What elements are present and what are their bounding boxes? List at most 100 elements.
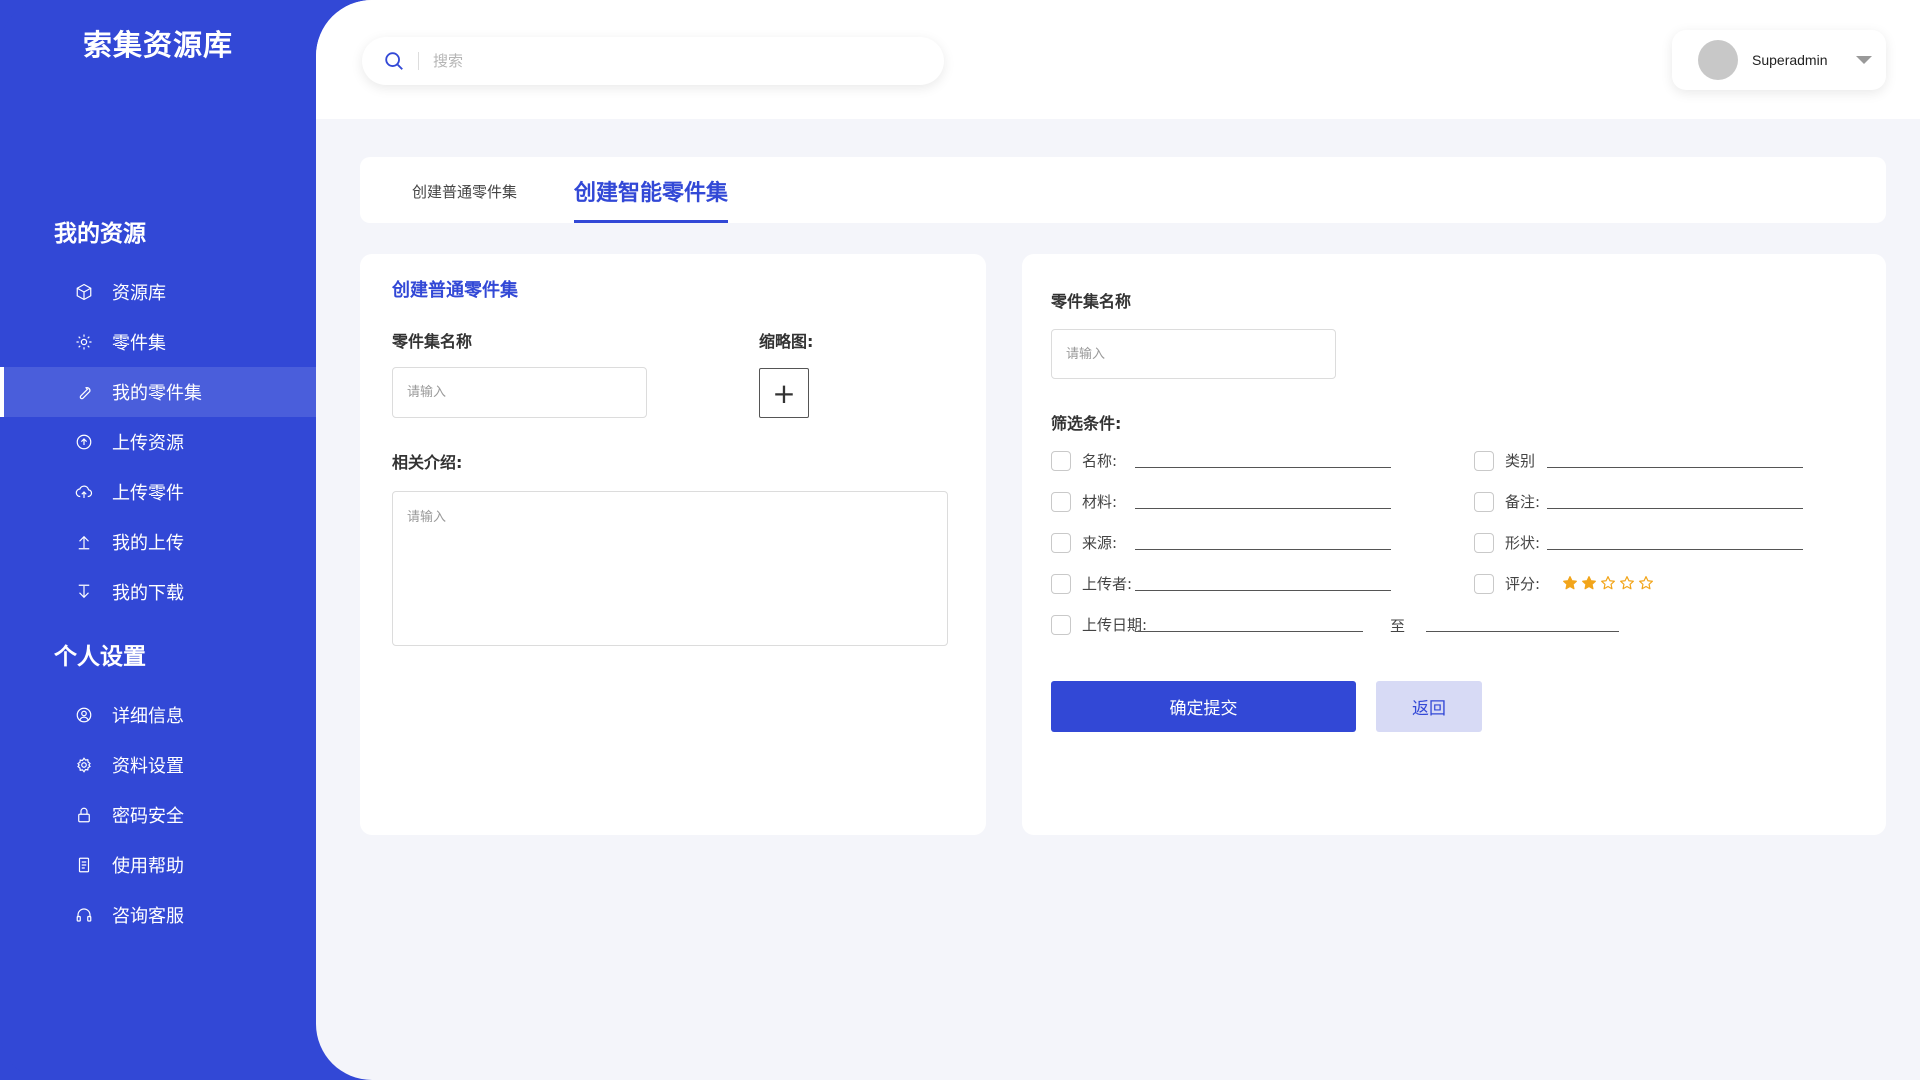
filter-name-label: 名称: bbox=[1082, 452, 1118, 470]
sidebar-item-upload-part[interactable]: 上传零件 bbox=[0, 467, 316, 517]
search-icon[interactable] bbox=[382, 49, 406, 73]
filter-date-end-field[interactable] bbox=[1426, 631, 1619, 632]
filter-date: 上传日期: bbox=[1051, 614, 1147, 635]
set-name-label: 零件集名称 bbox=[392, 332, 473, 351]
sidebar-item-my-uploads[interactable]: 我的上传 bbox=[0, 517, 316, 567]
date-range-separator: 至 bbox=[1390, 617, 1406, 635]
filter-note-checkbox[interactable] bbox=[1474, 491, 1494, 512]
sidebar-item-label: 详细信息 bbox=[112, 706, 184, 727]
star-filled-icon[interactable] bbox=[1562, 575, 1580, 593]
cube-icon bbox=[74, 282, 94, 302]
sidebar-item-customer-service[interactable]: 咨询客服 bbox=[0, 890, 316, 940]
main-panel: Superadmin 创建普通零件集 创建智能零件集 创建普通零件集 零件集名称… bbox=[316, 0, 1920, 1080]
sidebar-item-profile-settings[interactable]: 资料设置 bbox=[0, 740, 316, 790]
filter-category-checkbox[interactable] bbox=[1474, 450, 1494, 471]
filter-uploader-field[interactable] bbox=[1135, 590, 1391, 591]
filter-uploader-label: 上传者: bbox=[1082, 575, 1133, 593]
app-brand: 索集资源库 bbox=[82, 28, 233, 62]
submit-button[interactable]: 确定提交 bbox=[1051, 681, 1356, 732]
form-title: 创建普通零件集 bbox=[392, 280, 518, 301]
sidebar-item-label: 使用帮助 bbox=[112, 856, 184, 877]
star-empty-icon[interactable] bbox=[1638, 575, 1656, 593]
filter-source: 来源: bbox=[1051, 532, 1117, 553]
sidebar-item-password-security[interactable]: 密码安全 bbox=[0, 790, 316, 840]
smart-set-name-label: 零件集名称 bbox=[1051, 292, 1132, 311]
filter-category-label: 类别 bbox=[1505, 452, 1536, 470]
filter-date-checkbox[interactable] bbox=[1051, 614, 1071, 635]
star-filled-icon[interactable] bbox=[1581, 575, 1599, 593]
sidebar: 索集资源库 我的资源 资源库 零件集 我的零件集 上传资源 上传零件 我的上传 bbox=[0, 0, 340, 1080]
smart-set-form: 零件集名称 筛选条件: 名称: 类别 材料: 备注: 来源: bbox=[1022, 254, 1886, 835]
sidebar-item-label: 我的零件集 bbox=[112, 383, 202, 404]
nav-personal-settings: 详细信息 资料设置 密码安全 使用帮助 咨询客服 bbox=[0, 690, 316, 940]
search-divider bbox=[418, 52, 419, 70]
active-tab-indicator bbox=[574, 220, 728, 223]
filter-name: 名称: bbox=[1051, 450, 1117, 471]
filter-note-field[interactable] bbox=[1547, 508, 1803, 509]
section-title-my-resources: 我的资源 bbox=[54, 221, 146, 247]
star-empty-icon[interactable] bbox=[1619, 575, 1637, 593]
filter-shape-field[interactable] bbox=[1547, 549, 1803, 550]
smart-set-name-input[interactable] bbox=[1051, 329, 1336, 379]
sidebar-item-label: 资料设置 bbox=[112, 756, 184, 777]
filter-material-checkbox[interactable] bbox=[1051, 491, 1071, 512]
filter-category-field[interactable] bbox=[1547, 467, 1803, 468]
top-bar: Superadmin bbox=[316, 0, 1920, 119]
filter-material-label: 材料: bbox=[1082, 493, 1118, 511]
filter-source-checkbox[interactable] bbox=[1051, 532, 1071, 553]
cloud-upload-icon bbox=[74, 482, 94, 502]
back-button[interactable]: 返回 bbox=[1376, 681, 1482, 732]
settings-icon bbox=[74, 755, 94, 775]
search-bar[interactable] bbox=[362, 37, 944, 85]
filter-shape-label: 形状: bbox=[1505, 534, 1541, 552]
filter-rating-label: 评分: bbox=[1505, 575, 1541, 593]
sidebar-item-label: 我的下载 bbox=[112, 583, 184, 604]
sidebar-item-resource-library[interactable]: 资源库 bbox=[0, 267, 316, 317]
filter-category: 类别 bbox=[1474, 450, 1535, 471]
username: Superadmin bbox=[1752, 52, 1828, 68]
tab-create-normal-set[interactable]: 创建普通零件集 bbox=[412, 181, 517, 202]
search-input[interactable] bbox=[433, 52, 873, 70]
thumbnail-label: 缩略图: bbox=[759, 332, 814, 351]
filter-date-start-field[interactable] bbox=[1135, 631, 1363, 632]
lock-icon bbox=[74, 805, 94, 825]
rating-stars[interactable] bbox=[1562, 575, 1657, 593]
user-circle-icon bbox=[74, 705, 94, 725]
filter-uploader-checkbox[interactable] bbox=[1051, 573, 1071, 594]
filter-material-field[interactable] bbox=[1135, 508, 1391, 509]
sidebar-item-label: 资源库 bbox=[112, 283, 166, 304]
filter-source-label: 来源: bbox=[1082, 534, 1118, 552]
filter-source-field[interactable] bbox=[1135, 549, 1391, 550]
filter-name-checkbox[interactable] bbox=[1051, 450, 1071, 471]
sidebar-item-part-sets[interactable]: 零件集 bbox=[0, 317, 316, 367]
sidebar-item-label: 上传零件 bbox=[112, 483, 184, 504]
filter-uploader: 上传者: bbox=[1051, 573, 1132, 594]
sidebar-item-details[interactable]: 详细信息 bbox=[0, 690, 316, 740]
gear-icon bbox=[74, 332, 94, 352]
avatar[interactable] bbox=[1698, 40, 1738, 80]
sidebar-item-my-part-sets[interactable]: 我的零件集 bbox=[0, 367, 316, 417]
sidebar-item-label: 密码安全 bbox=[112, 806, 184, 827]
filter-name-field[interactable] bbox=[1135, 467, 1391, 468]
star-empty-icon[interactable] bbox=[1600, 575, 1618, 593]
sidebar-item-label: 零件集 bbox=[112, 333, 166, 354]
tab-bar: 创建普通零件集 创建智能零件集 bbox=[360, 157, 1886, 223]
arrow-up-icon bbox=[74, 532, 94, 552]
intro-label: 相关介绍: bbox=[392, 453, 463, 472]
filter-label: 筛选条件: bbox=[1051, 414, 1122, 433]
add-thumbnail-button[interactable]: + bbox=[759, 368, 809, 418]
user-menu[interactable]: Superadmin bbox=[1672, 30, 1886, 90]
filter-rating-checkbox[interactable] bbox=[1474, 573, 1494, 594]
sidebar-item-my-downloads[interactable]: 我的下载 bbox=[0, 567, 316, 617]
set-name-input[interactable] bbox=[392, 367, 647, 418]
tab-create-smart-set[interactable]: 创建智能零件集 bbox=[574, 175, 728, 207]
sidebar-item-label: 上传资源 bbox=[112, 433, 184, 454]
intro-textarea[interactable] bbox=[392, 491, 948, 646]
headset-icon bbox=[74, 905, 94, 925]
filter-note-label: 备注: bbox=[1505, 493, 1541, 511]
sidebar-item-help[interactable]: 使用帮助 bbox=[0, 840, 316, 890]
filter-shape-checkbox[interactable] bbox=[1474, 532, 1494, 553]
sidebar-item-upload-resource[interactable]: 上传资源 bbox=[0, 417, 316, 467]
wrench-icon bbox=[74, 382, 94, 402]
chevron-down-icon[interactable] bbox=[1855, 56, 1872, 64]
